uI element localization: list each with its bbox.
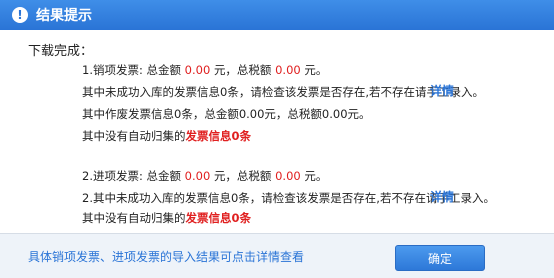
sales-not-auto-highlight: 发票信息0条 xyxy=(185,129,252,143)
purchase-summary-prefix: 2.进项发票: 总金额 xyxy=(82,169,182,183)
sales-not-auto-line: 其中没有自动归集的发票信息0条 xyxy=(82,128,251,144)
dialog-title: 结果提示 xyxy=(36,8,92,24)
purchase-not-auto-prefix: 其中没有自动归集的 xyxy=(82,211,186,225)
sales-unrecorded-line: 其中未成功入库的发票信息0条，请检查该发票是否存在,若不存在请手工录入。 xyxy=(82,85,484,99)
footer-note: 具体销项发票、进项发票的导入结果可点击详情查看 xyxy=(28,250,305,264)
dialog-content: 下载完成： 1.销项发票: 总金额 0.00 元，总税额 0.00 元。 其中未… xyxy=(0,30,554,235)
sales-tax: 0.00 xyxy=(275,63,301,77)
sales-summary-mid: 元，总税额 xyxy=(213,63,272,77)
purchase-summary-suffix: 元。 xyxy=(304,169,328,183)
purchase-summary-mid: 元，总税额 xyxy=(213,169,272,183)
info-icon: ! xyxy=(12,7,28,23)
sales-not-auto-prefix: 其中没有自动归集的 xyxy=(82,129,186,143)
ok-button[interactable]: 确定 xyxy=(395,245,485,271)
sales-summary-suffix: 元。 xyxy=(304,63,328,77)
dialog-titlebar: ! 结果提示 xyxy=(0,0,554,30)
result-dialog: ! 结果提示 下载完成： 1.销项发票: 总金额 0.00 元，总税额 0.00… xyxy=(0,0,554,278)
sales-amount: 0.00 xyxy=(184,63,211,77)
purchase-tax: 0.00 xyxy=(275,169,301,183)
sales-detail-link[interactable]: 详情 xyxy=(430,82,454,99)
download-complete-heading: 下载完成： xyxy=(28,44,94,59)
sales-voided-line: 其中作废发票信息0条，总金额0.00元，总税额0.00元。 xyxy=(82,107,371,121)
sales-summary-prefix: 1.销项发票: 总金额 xyxy=(82,63,182,77)
purchase-detail-link[interactable]: 详情 xyxy=(430,188,454,205)
sales-summary-line: 1.销项发票: 总金额 0.00 元，总税额 0.00 元。 xyxy=(82,62,327,78)
purchase-summary-line: 2.进项发票: 总金额 0.00 元，总税额 0.00 元。 xyxy=(82,168,327,184)
purchase-not-auto-highlight: 发票信息0条 xyxy=(185,211,252,225)
purchase-amount: 0.00 xyxy=(184,169,211,183)
purchase-not-auto-line: 其中没有自动归集的发票信息0条 xyxy=(82,210,251,226)
